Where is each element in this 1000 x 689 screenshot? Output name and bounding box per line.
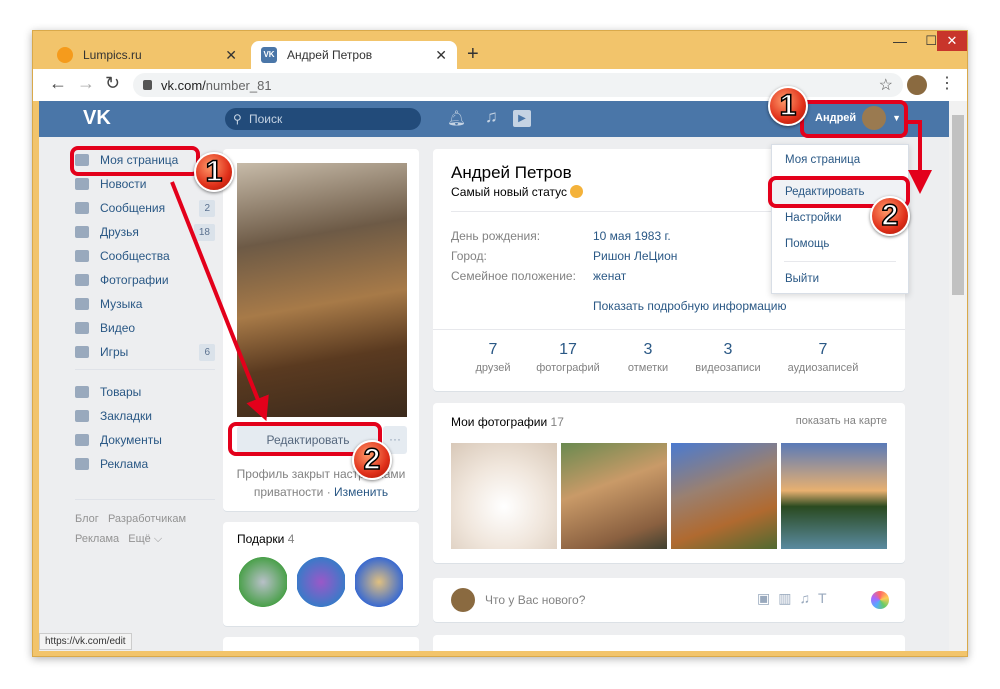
step-badge-2: 2 bbox=[352, 440, 392, 480]
step-badge-2: 2 bbox=[870, 196, 910, 236]
arrow bbox=[170, 181, 269, 422]
step-badge-1: 1 bbox=[194, 152, 234, 192]
arrow bbox=[908, 120, 932, 194]
highlight-user-menu bbox=[800, 100, 908, 138]
highlight-my-page bbox=[70, 146, 200, 176]
step-badge-1: 1 bbox=[768, 86, 808, 126]
